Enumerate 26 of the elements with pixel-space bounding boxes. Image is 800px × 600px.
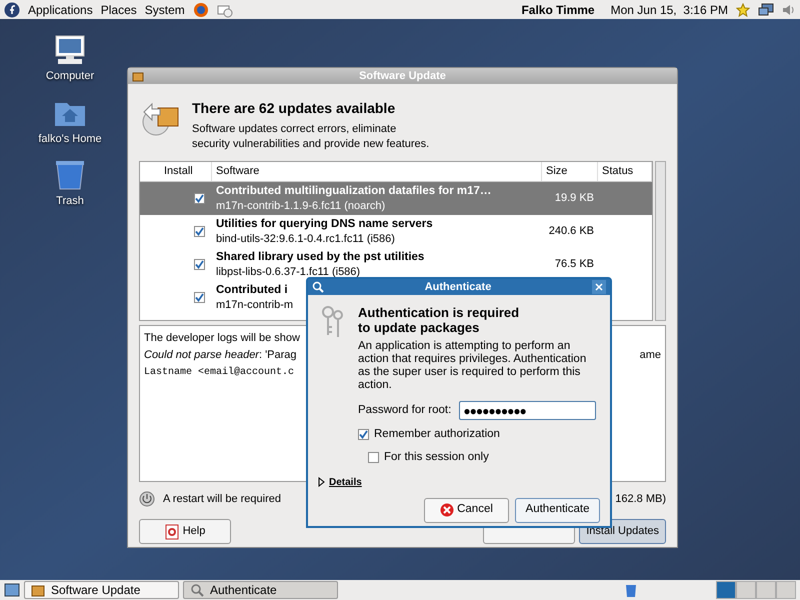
package-summary: Contributed multilingualization datafiles for m17… [216, 184, 492, 198]
checkbox-label: Remember authorization [374, 427, 500, 442]
package-name: m17n-contrib-1.1.9-6.fc11 (noarch) [216, 198, 386, 214]
package-summary: Shared library used by the pst utilities [216, 250, 424, 264]
window-title: Software Update [358, 68, 447, 84]
download-size: 162.8 MB) [615, 492, 666, 507]
package-name: libpst-libs-0.6.37-1.fc11 (i586) [216, 264, 360, 280]
package-name: bind-utils-32:9.6.1-0.4.rc1.fc11 (i586) [216, 232, 395, 246]
package-size: 19.9 KB [554, 192, 594, 204]
package-summary: Utilities for querying DNS name servers [216, 216, 433, 232]
package-name: m17n-contrib-m [216, 298, 294, 312]
field-label: Password for root: [358, 402, 452, 418]
dialog-heading: Authentication is required to update packages [358, 305, 520, 335]
dialog-heading: There are 62 updates available [192, 99, 396, 118]
checkbox-label: For this session only [384, 450, 489, 466]
package-size: 240.6 KB [548, 225, 594, 238]
log-line: The developer logs will be show [144, 331, 300, 346]
description: Software updates correct errors, eliminate security vulnerabilities and provide new features. [192, 122, 430, 152]
log-text: ame [640, 348, 661, 363]
dialog-title: Authenticate [424, 280, 492, 295]
log-line: Could not parse header: 'Parag [144, 348, 297, 363]
package-summary: Contributed i [216, 282, 288, 298]
package-size: 76.5 KB [554, 258, 594, 270]
restart-note: A restart will be required [163, 492, 281, 507]
log-line: Lastname <email@account.c [144, 366, 294, 380]
dialog-message: An application is attempting to perform an action that requires privileges. Authentication as the super user is required to perform this action. [358, 340, 588, 392]
